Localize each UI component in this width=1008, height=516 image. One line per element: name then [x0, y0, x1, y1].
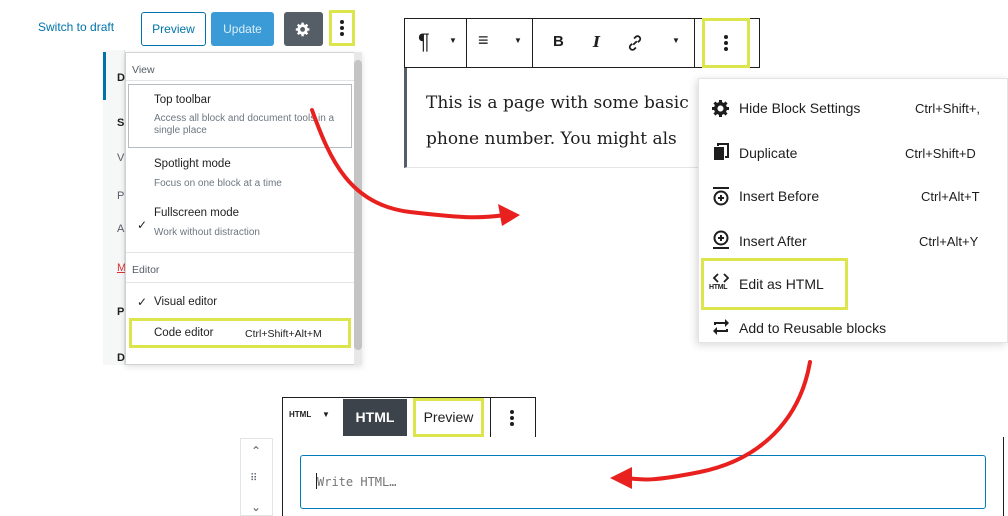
move-up-icon[interactable]: ⌃ [251, 444, 261, 458]
menu-item-title: Code editor [154, 327, 214, 339]
vertical-ellipsis-icon [340, 18, 344, 38]
sidebar-letter: P [117, 190, 125, 202]
menu-item-label: Duplicate [739, 145, 798, 161]
vertical-ellipsis-icon [510, 408, 514, 428]
drag-handle-icon[interactable]: ⠿ [250, 473, 257, 484]
insert-before-icon [713, 187, 729, 206]
html-icon: HTML [709, 272, 733, 294]
menu-item-title: Top toolbar [154, 94, 211, 106]
block-type-switcher[interactable]: HTML ▼ [289, 408, 335, 422]
menu-item-label: Add to Reusable blocks [739, 320, 887, 336]
view-group-label: View [132, 64, 155, 76]
block-type-label: HTML [289, 410, 312, 419]
menu-item-shortcut: Ctrl+Alt+Y [919, 234, 979, 249]
menu-item-desc: Focus on one block at a time [154, 178, 282, 189]
more-tools-button[interactable] [329, 10, 355, 46]
sidebar-active-indicator [103, 52, 106, 100]
menu-item-shortcut: Ctrl+Shift+D [905, 146, 976, 161]
checkmark-icon: ✓ [137, 218, 148, 232]
paragraph-icon[interactable]: ¶ [418, 29, 430, 55]
gear-icon [712, 100, 729, 117]
link-icon[interactable] [626, 34, 644, 52]
toolbar-divider [466, 18, 467, 68]
align-left-icon[interactable]: ≡ [478, 30, 489, 51]
sidebar-letter: V [117, 152, 125, 164]
move-down-icon[interactable]: ⌄ [251, 500, 261, 514]
block-more-options-button[interactable] [500, 405, 524, 431]
menu-divider [126, 282, 354, 283]
menu-item-shortcut: Ctrl+Alt+T [921, 189, 980, 204]
menu-item-label: Edit as HTML [739, 276, 824, 292]
menu-item-label: Hide Block Settings [739, 100, 861, 116]
switch-to-draft-link[interactable]: Switch to draft [38, 20, 114, 34]
menu-scrollbar-thumb[interactable] [354, 60, 362, 350]
html-icon-text: HTML [709, 284, 728, 291]
menu-item-shortcut: Ctrl+Shift+Alt+M [245, 328, 322, 340]
tab-preview[interactable]: Preview [413, 398, 484, 437]
toolbar-divider [490, 397, 491, 438]
paragraph-block[interactable] [404, 68, 704, 168]
sidebar-letter: D [117, 72, 125, 84]
text-cursor [316, 473, 317, 489]
insert-after-icon [713, 230, 729, 249]
menu-divider [126, 252, 354, 253]
checkmark-icon: ✓ [137, 295, 148, 309]
italic-icon[interactable]: I [593, 33, 600, 51]
tab-html[interactable]: HTML [343, 399, 407, 436]
chevron-down-icon[interactable]: ▼ [449, 36, 457, 45]
settings-button[interactable] [284, 12, 323, 46]
gear-icon [295, 22, 310, 37]
chevron-down-icon[interactable]: ▼ [672, 36, 680, 45]
menu-item-shortcut: Ctrl+Shift+, [915, 101, 981, 116]
sidebar-letter: S [117, 117, 125, 129]
chevron-down-icon[interactable]: ▼ [514, 36, 522, 45]
duplicate-icon [714, 143, 729, 160]
sidebar-letter: D [117, 352, 125, 364]
menu-item-desc: Work without distraction [154, 227, 260, 238]
menu-item-label: Insert After [739, 233, 807, 249]
editor-group-label: Editor [132, 264, 160, 276]
sidebar-letter: A [117, 223, 125, 235]
vertical-ellipsis-icon [724, 33, 728, 53]
menu-item-title: Spotlight mode [154, 158, 231, 170]
update-button[interactable]: Update [211, 12, 274, 46]
menu-item-title: Visual editor [154, 296, 218, 308]
paragraph-text-line: phone number. You might als [426, 129, 677, 149]
paragraph-text-line: This is a page with some basic [426, 93, 689, 113]
block-more-options-button[interactable] [702, 18, 750, 68]
menu-item-title: Fullscreen mode [154, 207, 240, 219]
arrowhead-icon [498, 204, 520, 226]
reusable-icon [713, 319, 729, 335]
menu-item-desc: Access all block and document tools in a… [154, 113, 335, 136]
menu-divider [126, 80, 354, 81]
chevron-down-icon: ▼ [322, 410, 330, 419]
html-code-input[interactable] [300, 455, 986, 509]
menu-item-label: Insert Before [739, 188, 820, 204]
sidebar-letter: P [117, 306, 125, 318]
toolbar-divider [532, 18, 533, 68]
bold-icon[interactable]: B [553, 33, 564, 50]
preview-button[interactable]: Preview [141, 12, 206, 46]
toolbar-divider [694, 18, 695, 68]
